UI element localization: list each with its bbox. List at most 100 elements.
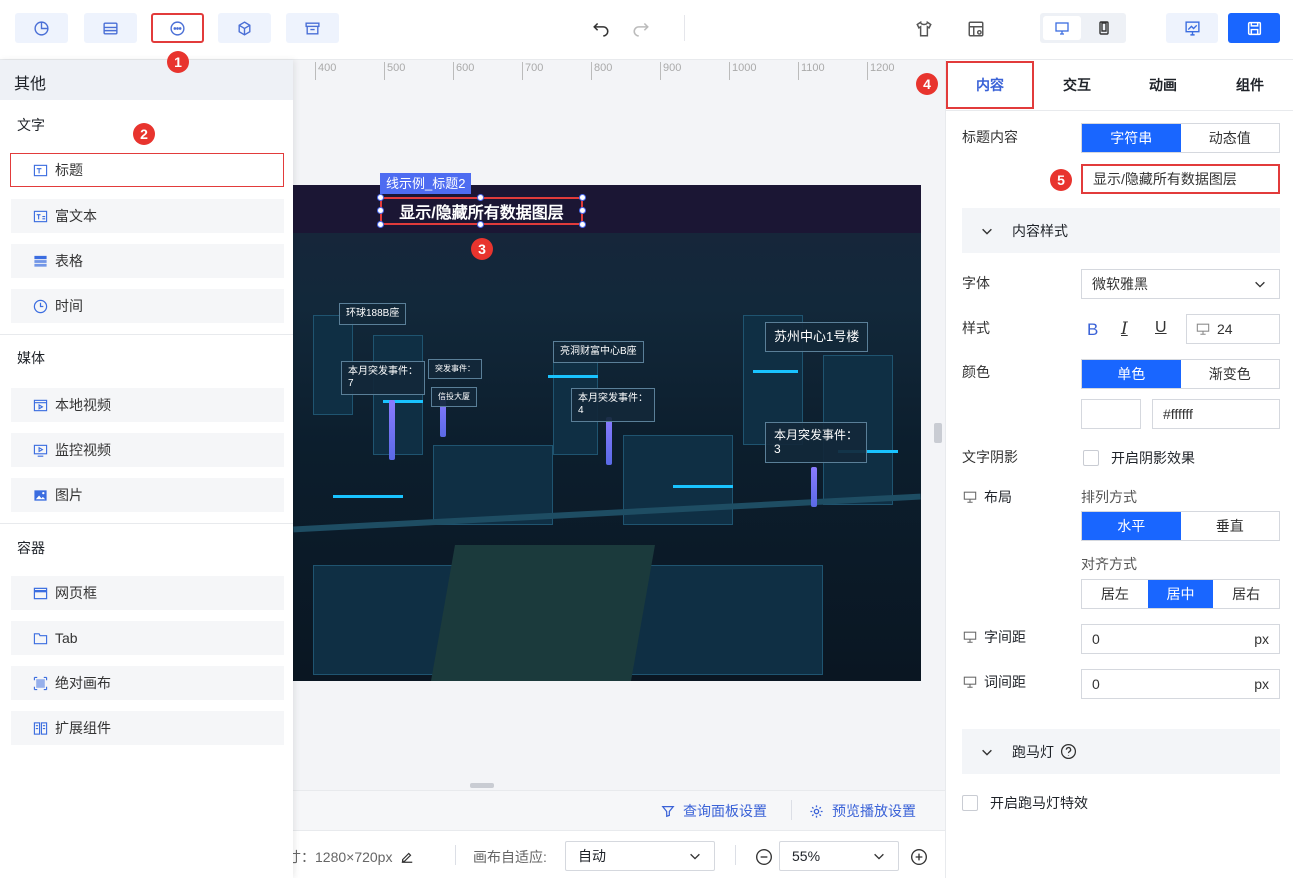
bold-button[interactable]: B	[1087, 320, 1098, 340]
component-time[interactable]: 时间	[11, 289, 284, 323]
align-label: 对齐方式	[1081, 556, 1137, 572]
underline-button[interactable]: U	[1155, 319, 1167, 337]
map-label: 突发事件：	[428, 359, 482, 379]
settings-grid-icon[interactable]	[965, 18, 987, 40]
archive-icon[interactable]	[286, 13, 339, 43]
zoom-out-icon[interactable]	[755, 848, 773, 866]
building	[373, 335, 423, 455]
marquee-header[interactable]: 跑马灯	[962, 729, 1280, 774]
shadow-checkbox[interactable]: 开启阴影效果	[1083, 448, 1195, 468]
tab-content[interactable]: 内容	[946, 61, 1034, 109]
step-badge-1: 1	[167, 51, 189, 73]
component-label: Tab	[55, 630, 78, 646]
selection-layer: 线示例_标题2 显示/隐藏所有数据图层	[293, 173, 921, 228]
component-image[interactable]: 图片	[11, 478, 284, 512]
canvas-fit-value: 自动	[578, 848, 606, 864]
option-vertical[interactable]: 垂直	[1181, 512, 1280, 540]
canvas-fit-select[interactable]: 自动	[565, 841, 715, 871]
color-swatch[interactable]	[1081, 399, 1141, 429]
option-align-left[interactable]: 居左	[1082, 580, 1148, 608]
mobile-icon[interactable]	[1088, 16, 1120, 40]
side-drag-handle[interactable]	[934, 423, 942, 443]
map-label: 本月突发事件： 3	[765, 422, 868, 463]
shadow-option-label: 开启阴影效果	[1111, 450, 1195, 466]
resize-handle[interactable]	[377, 194, 384, 201]
map-label: 本月突发事件： 4	[571, 388, 655, 422]
marquee-checkbox[interactable]: 开启跑马灯特效	[962, 793, 1088, 813]
dashboard-canvas[interactable]: 环球188B座 本月突发事件： 7 突发事件： 信投大厦 亮洞财富中心B座 本月突…	[293, 185, 921, 681]
resize-handle[interactable]	[579, 221, 586, 228]
save-icon[interactable]	[1228, 13, 1280, 43]
letter-spacing-input[interactable]: 0 px	[1081, 624, 1280, 654]
tab-icon	[33, 630, 49, 646]
3d-cube-icon[interactable]	[218, 13, 271, 43]
resize-handle[interactable]	[377, 207, 384, 214]
color-hex-input[interactable]: #ffffff	[1152, 399, 1280, 429]
zoom-in-icon[interactable]	[910, 848, 928, 866]
resize-handle[interactable]	[579, 207, 586, 214]
unit-label: px	[1254, 631, 1269, 647]
resize-handle[interactable]	[377, 221, 384, 228]
italic-button[interactable]: I	[1121, 319, 1128, 339]
component-richtext[interactable]: 富文本	[11, 199, 284, 233]
desktop-icon	[963, 676, 977, 688]
canvas-area: 400 500 600 700 800 900 1000 1100 1200 环…	[293, 60, 945, 878]
component-extension[interactable]: 扩展组件	[11, 711, 284, 745]
tab-component[interactable]: 组件	[1206, 61, 1293, 109]
option-string[interactable]: 字符串	[1082, 124, 1181, 152]
section-title-container: 容器	[17, 540, 45, 556]
desktop-icon[interactable]	[1043, 16, 1081, 40]
checkbox[interactable]	[962, 795, 978, 811]
help-icon[interactable]	[1060, 743, 1077, 760]
component-monitor-video[interactable]: 监控视频	[11, 433, 284, 467]
tab-animation[interactable]: 动画	[1120, 61, 1206, 109]
option-align-right[interactable]: 居右	[1213, 580, 1279, 608]
component-label: 网页框	[55, 585, 97, 601]
option-dynamic[interactable]: 动态值	[1181, 124, 1280, 152]
font-value: 微软雅黑	[1092, 276, 1148, 292]
table-icon[interactable]	[84, 13, 137, 43]
checkbox[interactable]	[1083, 450, 1099, 466]
tab-interaction[interactable]: 交互	[1034, 61, 1120, 109]
component-tab[interactable]: Tab	[11, 621, 284, 655]
zoom-value: 55%	[792, 848, 821, 864]
edit-icon[interactable]	[400, 850, 414, 864]
word-spacing-input[interactable]: 0 px	[1081, 669, 1280, 699]
desktop-icon	[963, 491, 977, 503]
layout-label-row: 布局	[962, 487, 1012, 507]
font-size-value: 24	[1217, 321, 1233, 337]
event-beam	[606, 417, 612, 465]
content-style-header[interactable]: 内容样式	[962, 208, 1280, 253]
resize-handle[interactable]	[477, 221, 484, 228]
shirt-theme-icon[interactable]	[913, 18, 935, 40]
component-webframe[interactable]: 网页框	[11, 576, 284, 610]
zoom-select[interactable]: 55%	[779, 841, 899, 871]
chart-icon[interactable]	[15, 13, 68, 43]
gear-icon	[810, 804, 823, 818]
preview-settings-button[interactable]: 预览播放设置	[809, 801, 916, 821]
font-size-input[interactable]: 24	[1186, 314, 1280, 344]
option-align-center[interactable]: 居中	[1147, 580, 1214, 608]
option-horizontal[interactable]: 水平	[1082, 512, 1181, 540]
preview-icon[interactable]	[1166, 13, 1218, 43]
undo-icon[interactable]	[590, 17, 612, 39]
redo-icon[interactable]	[630, 17, 652, 39]
panel-title: 其他	[0, 60, 293, 100]
resize-handle[interactable]	[579, 194, 586, 201]
option-solid[interactable]: 单色	[1082, 360, 1181, 388]
ruler-tick: 1200	[867, 62, 894, 80]
resize-handle[interactable]	[477, 194, 484, 201]
letter-spacing-label-row: 字间距	[962, 627, 1026, 647]
component-local-video[interactable]: 本地视频	[11, 388, 284, 422]
ruler-tick: 1100	[798, 62, 825, 80]
query-panel-button[interactable]: 查询面板设置	[661, 801, 767, 821]
component-title[interactable]: 标题	[10, 153, 284, 187]
component-table[interactable]: 表格	[11, 244, 284, 278]
bottom-drag-handle[interactable]	[470, 783, 494, 788]
option-gradient[interactable]: 渐变色	[1181, 360, 1280, 388]
font-select[interactable]: 微软雅黑	[1081, 269, 1280, 299]
title-text-input[interactable]: 显示/隐藏所有数据图层	[1081, 164, 1280, 194]
component-absolute-canvas[interactable]: 绝对画布	[11, 666, 284, 700]
query-panel-label: 查询面板设置	[683, 803, 767, 819]
other-icon[interactable]	[151, 13, 204, 43]
